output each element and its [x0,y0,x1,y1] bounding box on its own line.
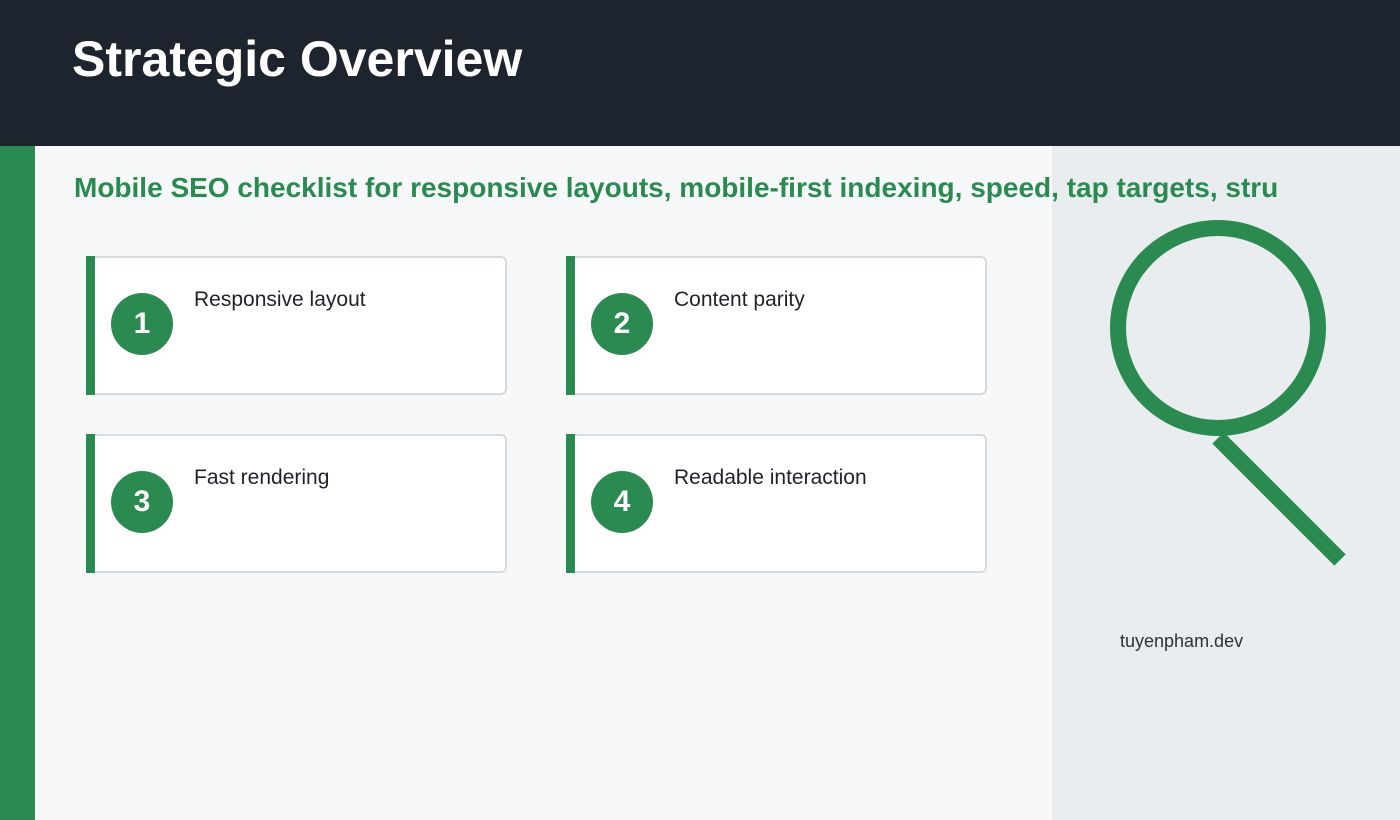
card-label: Responsive layout [194,288,366,311]
step-number-badge: 1 [111,293,173,355]
step-number-badge: 2 [591,293,653,355]
step-number-badge: 4 [591,471,653,533]
magnifier-icon [1110,220,1346,566]
card-label: Content parity [674,288,805,311]
checklist-card-4: 4 Readable interaction [566,434,987,573]
card-label: Readable interaction [674,466,867,489]
page-title: Strategic Overview [72,31,523,87]
checklist-card-1: 1 Responsive layout [86,256,507,395]
card-label: Fast rendering [194,466,330,489]
step-number-badge: 3 [111,471,173,533]
checklist-card-3: 3 Fast rendering [86,434,507,573]
left-accent-stripe [0,146,35,820]
page-subtitle: Mobile SEO checklist for responsive layo… [74,172,1279,203]
checklist-card-2: 2 Content parity [566,256,987,395]
header-bar: Strategic Overview [0,0,1400,146]
site-url: tuyenpham.dev [1120,631,1244,651]
